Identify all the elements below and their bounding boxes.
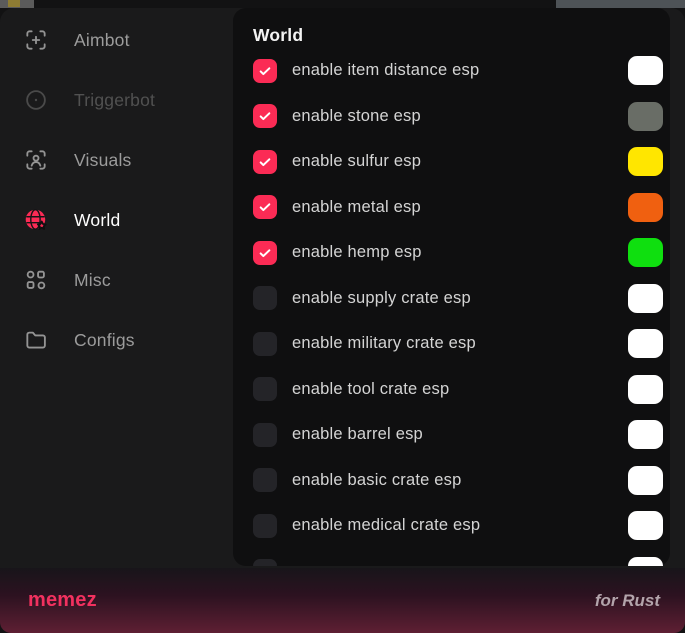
tagline-label: for Rust xyxy=(595,591,660,611)
checkbox-enable-item-distance-esp[interactable] xyxy=(253,59,277,83)
setting-label: enable hemp esp xyxy=(292,243,422,262)
color-swatch[interactable] xyxy=(628,511,663,540)
checkbox-row[interactable] xyxy=(253,559,277,566)
settings-row: enable barrel esp xyxy=(253,412,670,458)
brand-label: memez xyxy=(28,589,97,612)
sidebar-item-label: Triggerbot xyxy=(74,90,155,111)
color-swatch[interactable] xyxy=(628,284,663,313)
checkbox-enable-stone-esp[interactable] xyxy=(253,104,277,128)
sidebar-item-label: Visuals xyxy=(74,150,132,171)
setting-label: enable item distance esp xyxy=(292,61,479,80)
setting-label: enable basic crate esp xyxy=(292,471,462,490)
aimbot-icon xyxy=(23,27,49,53)
sidebar-item-visuals[interactable]: Visuals xyxy=(0,130,233,190)
checkbox-enable-supply-crate-esp[interactable] xyxy=(253,286,277,310)
footer-bar: memez for Rust xyxy=(0,568,685,633)
color-swatch[interactable] xyxy=(628,147,663,176)
misc-icon xyxy=(23,267,49,293)
color-swatch[interactable] xyxy=(628,329,663,358)
color-swatch[interactable] xyxy=(628,466,663,495)
setting-label: enable tool crate esp xyxy=(292,380,449,399)
setting-label: enable metal esp xyxy=(292,198,421,217)
settings-row: enable stone esp xyxy=(253,94,670,140)
menu-body: AimbotTriggerbotVisualsWorldMiscConfigs … xyxy=(0,8,685,568)
sidebar: Aimbot Triggerbot Visuals World Misc Configs xyxy=(0,8,233,568)
screen: AimbotTriggerbotVisualsWorldMiscConfigs … xyxy=(0,0,685,633)
game-background-strip xyxy=(556,0,685,8)
setting-label: enable barrel esp xyxy=(292,425,423,444)
settings-row: enable item distance esp xyxy=(253,48,670,94)
checkbox-enable-medical-crate-esp[interactable] xyxy=(253,514,277,538)
settings-list: enable item distance esp enable stone esp… xyxy=(253,48,670,566)
settings-row: enable military crate esp xyxy=(253,321,670,367)
world-icon xyxy=(23,207,49,233)
checkbox-enable-metal-esp[interactable] xyxy=(253,195,277,219)
game-background-fragment xyxy=(8,0,20,7)
sidebar-item-label: Configs xyxy=(74,330,135,351)
cheat-menu-window: AimbotTriggerbotVisualsWorldMiscConfigs … xyxy=(0,8,685,633)
settings-row: enable medical crate esp xyxy=(253,503,670,549)
settings-row xyxy=(253,549,670,567)
sidebar-item-label: Aimbot xyxy=(74,30,130,51)
color-swatch[interactable] xyxy=(628,557,663,566)
setting-label: enable stone esp xyxy=(292,107,421,126)
configs-icon xyxy=(23,327,49,353)
settings-row: enable sulfur esp xyxy=(253,139,670,185)
setting-label: enable supply crate esp xyxy=(292,289,471,308)
panel-title: World xyxy=(253,22,670,48)
settings-row: enable metal esp xyxy=(253,185,670,231)
color-swatch[interactable] xyxy=(628,193,663,222)
sidebar-item-label: World xyxy=(74,210,120,231)
checkbox-enable-barrel-esp[interactable] xyxy=(253,423,277,447)
color-swatch[interactable] xyxy=(628,375,663,404)
sidebar-item-world[interactable]: World xyxy=(0,190,233,250)
sidebar-item-triggerbot[interactable]: Triggerbot xyxy=(0,70,233,130)
color-swatch[interactable] xyxy=(628,238,663,267)
settings-panel: World enable item distance esp enable sto… xyxy=(233,8,670,566)
checkbox-enable-tool-crate-esp[interactable] xyxy=(253,377,277,401)
sidebar-item-misc[interactable]: Misc xyxy=(0,250,233,310)
settings-row: enable supply crate esp xyxy=(253,276,670,322)
color-swatch[interactable] xyxy=(628,56,663,85)
checkbox-enable-sulfur-esp[interactable] xyxy=(253,150,277,174)
checkbox-enable-basic-crate-esp[interactable] xyxy=(253,468,277,492)
setting-label: enable medical crate esp xyxy=(292,516,480,535)
setting-label: enable sulfur esp xyxy=(292,152,421,171)
checkbox-enable-military-crate-esp[interactable] xyxy=(253,332,277,356)
sidebar-item-configs[interactable]: Configs xyxy=(0,310,233,370)
color-swatch[interactable] xyxy=(628,102,663,131)
triggerbot-icon xyxy=(23,87,49,113)
sidebar-item-aimbot[interactable]: Aimbot xyxy=(0,10,233,70)
checkbox-enable-hemp-esp[interactable] xyxy=(253,241,277,265)
color-swatch[interactable] xyxy=(628,420,663,449)
settings-row: enable basic crate esp xyxy=(253,458,670,504)
settings-row: enable tool crate esp xyxy=(253,367,670,413)
setting-label: enable military crate esp xyxy=(292,334,476,353)
sidebar-item-label: Misc xyxy=(74,270,111,291)
settings-row: enable hemp esp xyxy=(253,230,670,276)
visuals-icon xyxy=(23,147,49,173)
